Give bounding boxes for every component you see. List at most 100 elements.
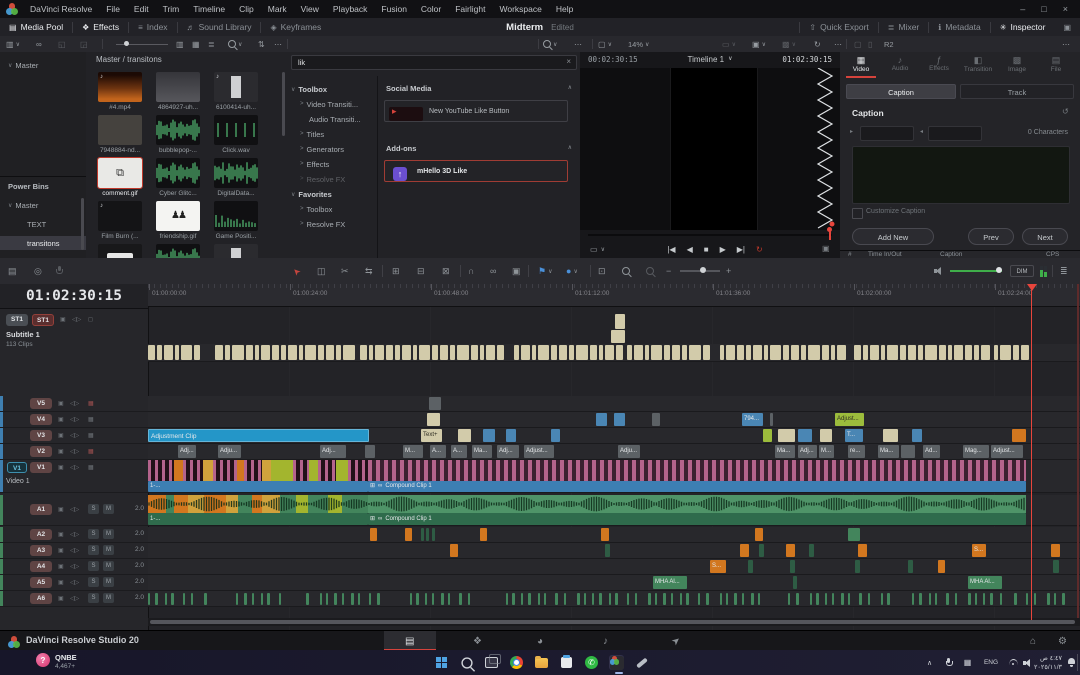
dim-audio-button[interactable]: DIM <box>1010 265 1034 277</box>
viewer-playhead-handle[interactable] <box>827 227 832 232</box>
lock-icon[interactable]: ▣ <box>58 464 64 471</box>
menu-mark[interactable]: Mark <box>261 0 294 18</box>
clip-a6[interactable] <box>848 593 850 605</box>
clip-v2[interactable]: Ma... <box>775 445 795 458</box>
subtitle-clip[interactable] <box>175 345 179 360</box>
subtitle-clip[interactable] <box>194 345 200 360</box>
clip-a6[interactable] <box>796 593 799 605</box>
clip-a6[interactable] <box>155 593 158 605</box>
media-pool-scrollbar[interactable] <box>282 72 285 136</box>
whatsapp-icon[interactable]: ✆ <box>584 655 599 670</box>
subtitle-clip[interactable] <box>538 345 549 360</box>
subtitle-clip[interactable] <box>486 345 495 360</box>
media-size-slider-handle[interactable] <box>124 41 129 46</box>
subtitle-clip[interactable] <box>863 345 868 360</box>
subtitle-clip[interactable] <box>801 345 806 360</box>
thumbnail-view-icon[interactable]: ▦ <box>192 36 200 52</box>
viewer-scrub-bar[interactable] <box>588 234 832 236</box>
clip-a6[interactable] <box>425 593 427 605</box>
timeline-options-icon[interactable]: ▤ <box>8 258 17 284</box>
subtitle-clip[interactable] <box>664 345 670 360</box>
clip-a6[interactable] <box>538 593 540 605</box>
clip-a6[interactable] <box>191 593 193 605</box>
clip-a2[interactable] <box>848 528 860 541</box>
mixer-button[interactable]: ≣Mixer <box>879 18 928 36</box>
clip-a3[interactable] <box>858 544 867 557</box>
menu-color[interactable]: Color <box>414 0 448 18</box>
clip-v3[interactable] <box>506 429 516 442</box>
clip-v2[interactable]: Adjust... <box>524 445 554 458</box>
media-clip-game-positi[interactable]: Game Positi... <box>208 201 264 241</box>
fairlight-page-button[interactable]: ♪ <box>603 631 608 651</box>
dynamic-trim-tool[interactable]: ⇆ <box>365 258 373 284</box>
menu-clip[interactable]: Clip <box>232 0 261 18</box>
clip-a6[interactable] <box>919 593 922 605</box>
stop-button[interactable]: ■ <box>704 245 709 254</box>
media-clip-friendship-gif[interactable]: ♟♟friendship.gif <box>150 201 206 241</box>
clip-a6[interactable] <box>1000 593 1002 605</box>
clip-a6[interactable] <box>320 593 322 605</box>
clip-v2[interactable] <box>365 445 375 458</box>
clip-a6[interactable] <box>912 593 914 605</box>
play-button[interactable]: ▶ <box>720 245 726 254</box>
clip-a6[interactable] <box>663 593 666 605</box>
clip-a6[interactable] <box>742 593 744 605</box>
caption-out-field[interactable] <box>928 126 982 141</box>
mixer-icon[interactable]: ≣ <box>1060 258 1068 284</box>
a1-group-label-bar[interactable]: 1-... <box>148 513 368 525</box>
clip-a6[interactable] <box>244 593 247 605</box>
marker-button[interactable]: ●∨ <box>566 258 578 284</box>
clip-a6[interactable] <box>236 593 238 605</box>
subtitle-clip[interactable] <box>831 345 835 360</box>
subtitle-clip[interactable] <box>616 345 623 360</box>
clip-a6[interactable] <box>351 593 354 605</box>
filmstrip-view-icon[interactable]: ▥ <box>176 36 184 52</box>
bins-scrollbar[interactable] <box>81 198 84 250</box>
subtitle-clip[interactable] <box>272 345 279 360</box>
fit-dropdown[interactable]: ▭∨ <box>590 242 620 256</box>
inspector-tab-image[interactable]: ▩Image <box>998 52 1036 78</box>
clip-v2[interactable]: Adju... <box>618 445 640 458</box>
subtitle-clip[interactable] <box>288 345 297 360</box>
subtitle-clip[interactable] <box>981 345 990 360</box>
metadata-button[interactable]: ℹMetadata <box>929 18 990 36</box>
fx-result-mhello-3d-like[interactable]: ↑mHello 3D Like <box>384 160 568 182</box>
lock-icon[interactable]: ▣ <box>58 416 64 423</box>
audio-track-header-a6[interactable]: A6▣◁▷SM2.0 <box>0 591 148 607</box>
subtitle-clip[interactable] <box>682 345 687 360</box>
auto-select-icon[interactable]: ◁▷ <box>70 432 79 439</box>
clip-a6[interactable] <box>975 593 977 605</box>
subtitle-clip[interactable] <box>881 345 885 360</box>
subtitle-clip[interactable] <box>299 345 303 360</box>
subtitle-clip[interactable] <box>281 345 286 360</box>
clip-a4[interactable]: S... <box>710 560 726 573</box>
subtitle-clip[interactable] <box>181 345 192 360</box>
clip-a2[interactable] <box>601 528 609 541</box>
clip-a6[interactable] <box>990 593 993 605</box>
subtitle-clip[interactable] <box>651 345 662 360</box>
audio-monitor-icon[interactable] <box>934 258 944 284</box>
clip-a6[interactable] <box>832 593 834 605</box>
deliver-page-button[interactable]: ➤ <box>667 631 686 652</box>
edit-page-button[interactable]: ▤ <box>405 631 414 651</box>
clip-a6[interactable] <box>935 593 937 605</box>
wifi-icon[interactable] <box>1006 655 1021 670</box>
subtitle-track-badge[interactable]: ST1 <box>6 314 28 326</box>
subtitle-clip[interactable] <box>965 345 972 360</box>
subtitle-clip[interactable] <box>440 345 448 360</box>
subtitle-clip[interactable] <box>837 345 846 360</box>
color-page-button[interactable]: ◕ <box>537 631 543 651</box>
audio-track-header-a1[interactable]: A1▣◁▷SM2.0 <box>0 495 148 526</box>
voiceover-mic-muted-icon[interactable] <box>56 258 62 284</box>
subtitle-clip[interactable] <box>925 345 937 360</box>
clip-a6[interactable] <box>1014 593 1017 605</box>
file-explorer-icon[interactable] <box>534 655 549 670</box>
clip-a6[interactable] <box>1047 593 1050 605</box>
clip-v4[interactable]: 794... <box>742 413 763 426</box>
subtitle-clip[interactable] <box>599 345 603 360</box>
step-back-button[interactable]: ◀ <box>687 245 693 254</box>
clip-a3[interactable] <box>450 544 458 557</box>
clip-v2[interactable]: Adj... <box>320 445 346 458</box>
subtitle-clip[interactable] <box>480 345 484 360</box>
media-clip-click-wav[interactable]: Click.wav <box>208 115 264 155</box>
